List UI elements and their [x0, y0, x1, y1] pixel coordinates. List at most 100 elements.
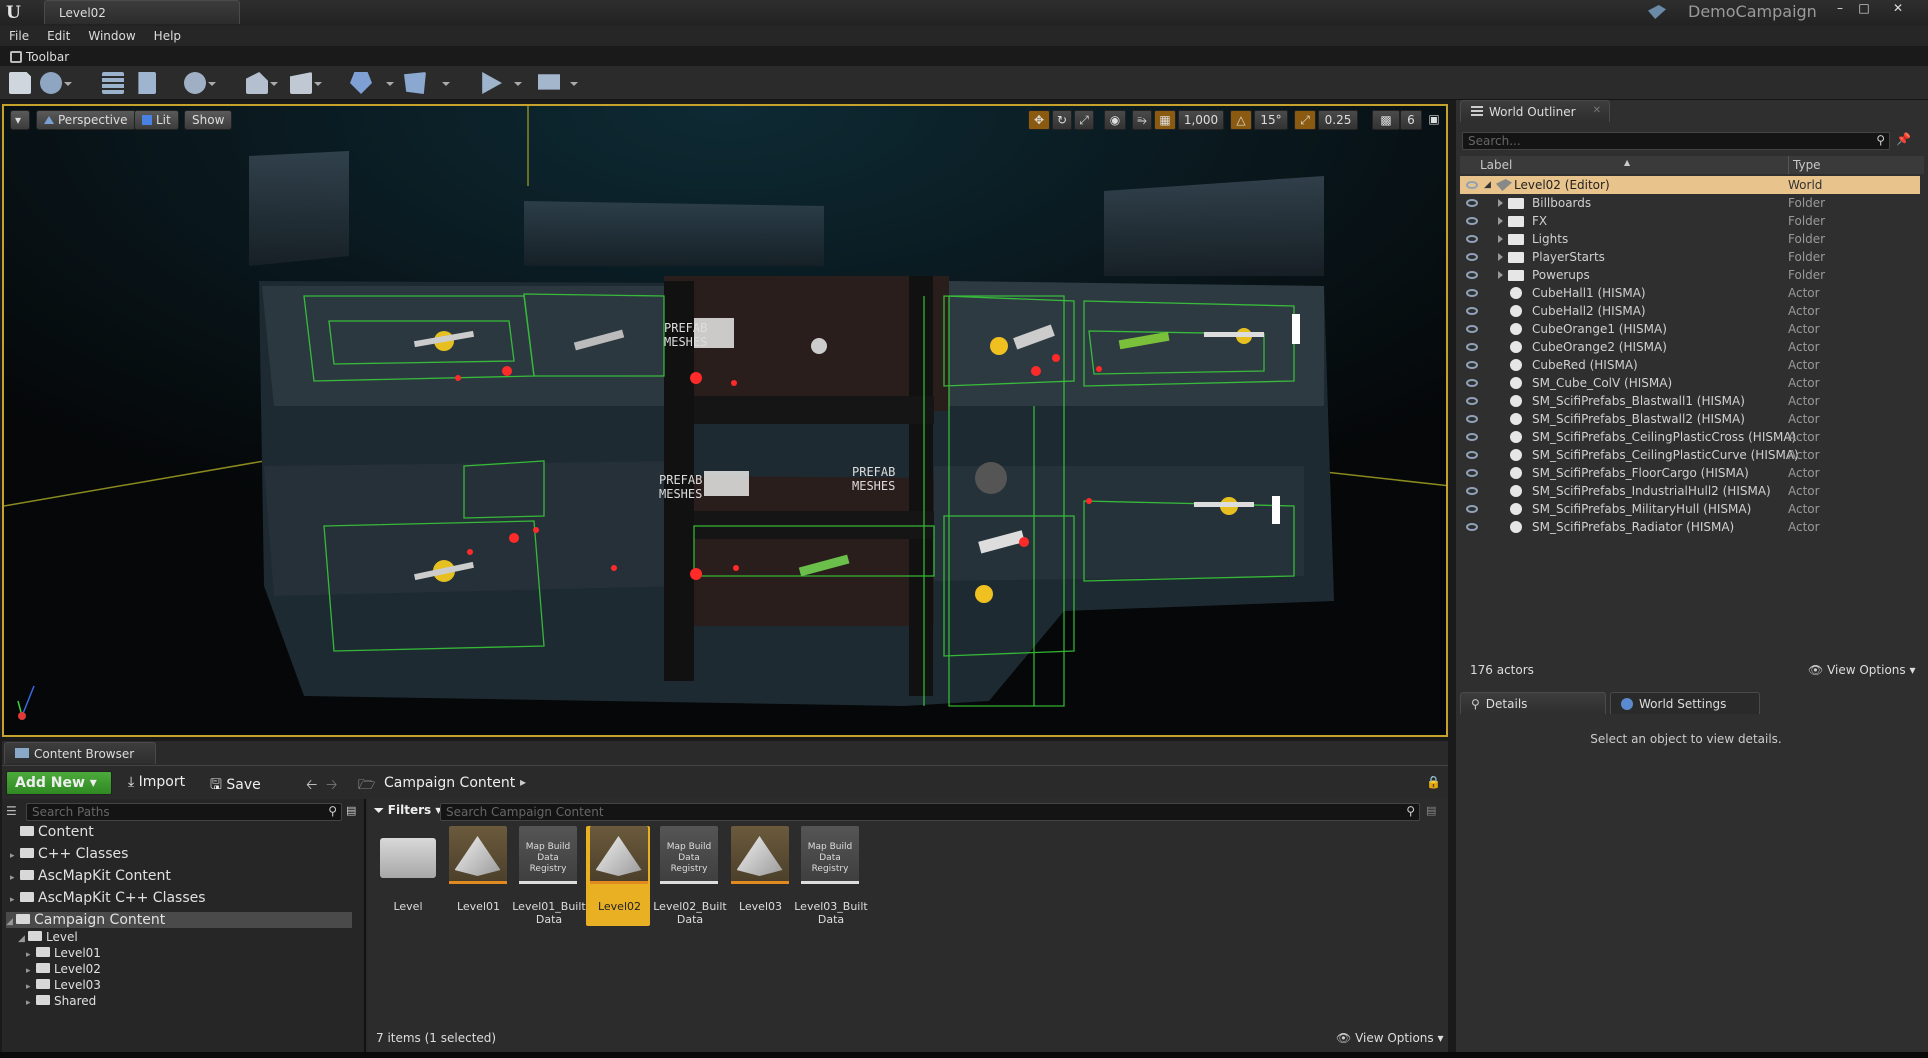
tree-expand-icon[interactable]: ▸	[26, 950, 34, 960]
visibility-eye-icon[interactable]	[1466, 397, 1478, 405]
viewport-scene[interactable]: PREFABMESHES PREFABMESHES PREFABMESHES	[4, 106, 1448, 737]
visibility-eye-icon[interactable]	[1466, 253, 1478, 261]
settings-icon[interactable]	[184, 72, 206, 94]
outliner-row[interactable]: SM_ScifiPrefabs_CeilingPlasticCurve (HIS…	[1460, 446, 1920, 464]
cb-view-options-button[interactable]: 👁 View Options ▾	[1336, 1031, 1444, 1045]
rotate-mode-icon[interactable]: ↻	[1052, 110, 1072, 130]
visibility-eye-icon[interactable]	[1466, 235, 1478, 243]
outliner-row[interactable]: SM_ScifiPrefabs_FloorCargo (HISMA) Actor	[1460, 464, 1920, 482]
perspective-button[interactable]: Perspective	[36, 110, 136, 130]
visibility-eye-icon[interactable]	[1466, 217, 1478, 225]
save-search-icon[interactable]: ▤	[1426, 804, 1436, 817]
surface-snap-icon[interactable]: ⥱	[1132, 110, 1152, 130]
path-options-icon[interactable]: ▤	[346, 804, 356, 817]
visibility-eye-icon[interactable]	[1466, 343, 1478, 351]
menu-edit[interactable]: Edit	[38, 26, 79, 43]
outliner-row[interactable]: ◢ Level02 (Editor) World	[1460, 176, 1920, 194]
world-settings-tab[interactable]: World Settings	[1610, 692, 1760, 714]
marketplace-icon[interactable]	[138, 72, 156, 94]
visibility-eye-icon[interactable]	[1466, 181, 1478, 189]
close-tab-icon[interactable]: ✕	[1593, 105, 1601, 116]
visibility-eye-icon[interactable]	[1466, 289, 1478, 297]
asset-tile[interactable]: Level01	[445, 826, 509, 926]
launch-icon[interactable]	[538, 74, 560, 90]
tree-item[interactable]: ▸ Shared	[26, 994, 96, 1008]
blueprints-icon[interactable]	[246, 72, 268, 94]
world-outliner-tab[interactable]: World Outliner ✕	[1460, 100, 1610, 122]
outliner-view-options-button[interactable]: 👁 View Options ▾	[1808, 663, 1916, 677]
type-column-header[interactable]: Type	[1788, 156, 1821, 174]
save-icon[interactable]	[9, 72, 31, 94]
toolbar-tab[interactable]: Toolbar	[0, 46, 150, 66]
save-all-button[interactable]: 🖫 Save All	[202, 771, 288, 814]
visibility-eye-icon[interactable]	[1466, 523, 1478, 531]
search-paths-input[interactable]: Search Paths ⚲	[26, 803, 342, 821]
level-document-tab[interactable]: Level02	[44, 0, 240, 24]
expand-arrow-icon[interactable]	[1498, 217, 1503, 225]
tree-expand-icon[interactable]: ▸	[26, 998, 34, 1008]
menu-help[interactable]: Help	[145, 26, 190, 43]
scale-mode-icon[interactable]: ⤢	[1074, 110, 1094, 130]
viewport-options-button[interactable]: ▾	[10, 110, 30, 130]
outliner-row[interactable]: SM_ScifiPrefabs_CeilingPlasticCross (HIS…	[1460, 428, 1920, 446]
outliner-row[interactable]: Powerups Folder	[1460, 266, 1920, 284]
outliner-row[interactable]: SM_ScifiPrefabs_Radiator (HISMA) Actor	[1460, 518, 1920, 536]
tree-item[interactable]: ▸ Level01	[26, 946, 101, 960]
visibility-eye-icon[interactable]	[1466, 451, 1478, 459]
tree-expand-icon[interactable]: ▸	[10, 851, 18, 861]
scale-snap-icon[interactable]: ⤢	[1294, 110, 1316, 130]
breadcrumb[interactable]: Campaign Content	[384, 775, 515, 791]
outliner-row[interactable]: CubeHall2 (HISMA) Actor	[1460, 302, 1920, 320]
outliner-row[interactable]: SM_ScifiPrefabs_MilitaryHull (HISMA) Acto…	[1460, 500, 1920, 518]
world-local-icon[interactable]: ◉	[1104, 110, 1126, 130]
tree-item[interactable]: ▸ Level03	[26, 978, 101, 992]
visibility-eye-icon[interactable]	[1466, 505, 1478, 513]
outliner-row[interactable]: SM_Cube_ColV (HISMA) Actor	[1460, 374, 1920, 392]
visibility-eye-icon[interactable]	[1466, 487, 1478, 495]
add-new-button[interactable]: Add New ▾	[6, 771, 112, 795]
expand-arrow-icon[interactable]	[1498, 235, 1503, 243]
tree-item[interactable]: ◢ Campaign Content	[6, 912, 352, 928]
label-column-header[interactable]: Label	[1480, 156, 1512, 174]
outliner-row[interactable]: SM_ScifiPrefabs_Blastwall2 (HISMA) Actor	[1460, 410, 1920, 428]
visibility-eye-icon[interactable]	[1466, 379, 1478, 387]
outliner-row[interactable]: PlayerStarts Folder	[1460, 248, 1920, 266]
outliner-row[interactable]: Lights Folder	[1460, 230, 1920, 248]
maximize-button[interactable]: □	[1854, 1, 1874, 17]
tree-expand-icon[interactable]: ▸	[10, 873, 18, 883]
asset-tile[interactable]: Level02	[585, 826, 650, 926]
tree-item[interactable]: ◢ Level	[18, 930, 78, 944]
expand-arrow-icon[interactable]	[1498, 271, 1503, 279]
breadcrumb-chevron-icon[interactable]: ▸	[520, 775, 526, 789]
visibility-eye-icon[interactable]	[1466, 469, 1478, 477]
rotate-snap-icon[interactable]: △	[1230, 110, 1252, 130]
content-icon[interactable]	[102, 72, 124, 94]
tree-item[interactable]: ▸ C++ Classes	[10, 846, 128, 862]
outliner-row[interactable]: SM_ScifiPrefabs_IndustrialHull2 (HISMA) A…	[1460, 482, 1920, 500]
outliner-row[interactable]: CubeOrange2 (HISMA) Actor	[1460, 338, 1920, 356]
import-button[interactable]: ⤓ Import	[120, 771, 194, 795]
build-icon[interactable]	[350, 72, 372, 94]
asset-tile[interactable]: Level	[374, 826, 438, 926]
asset-tile[interactable]: Map Build Data Registry Level02_Built Dat…	[653, 826, 727, 926]
tree-expand-icon[interactable]: ◢	[6, 917, 14, 927]
grid-snap-value[interactable]: 1,000	[1178, 110, 1224, 130]
tree-expand-icon[interactable]: ◢	[18, 934, 26, 944]
tree-item[interactable]: ▸ AscMapKit Content	[10, 868, 171, 884]
history-back-icon[interactable]: 🡠	[306, 774, 317, 798]
camera-speed-icon[interactable]: ▩	[1372, 110, 1400, 130]
cinematics-icon[interactable]	[290, 72, 312, 94]
source-control-icon[interactable]	[40, 72, 62, 94]
outliner-row[interactable]: FX Folder	[1460, 212, 1920, 230]
filters-button[interactable]: ⏷ Filters ▾	[374, 803, 441, 818]
expand-arrow-icon[interactable]	[1498, 253, 1503, 261]
compile-icon[interactable]	[404, 72, 426, 94]
expand-arrow-icon[interactable]	[1498, 199, 1503, 207]
menu-window[interactable]: Window	[79, 26, 144, 43]
minimize-button[interactable]: –	[1830, 1, 1850, 17]
history-forward-icon[interactable]: 🡢	[326, 774, 337, 798]
level-viewport[interactable]: PREFAB MESHES PREFAB MESHES PREFAB MESHES ▾…	[2, 104, 1448, 737]
visibility-eye-icon[interactable]	[1466, 361, 1478, 369]
visibility-eye-icon[interactable]	[1466, 271, 1478, 279]
asset-tile[interactable]: Level03	[727, 826, 791, 926]
